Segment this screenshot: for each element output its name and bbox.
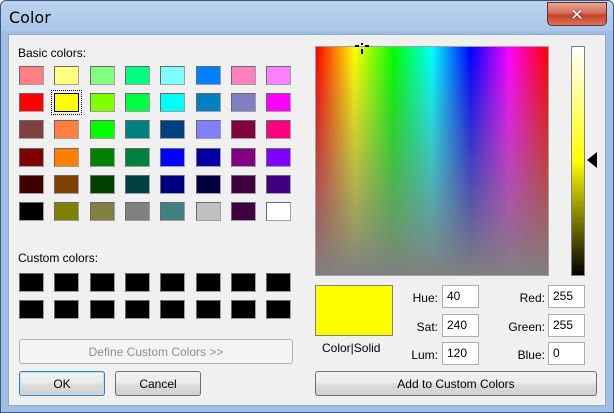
custom-color-swatch[interactable] [124, 300, 150, 319]
blue-input[interactable]: 0 [548, 342, 585, 365]
green-label: Green: [508, 320, 545, 334]
hue-label: Hue: [412, 291, 438, 305]
luminance-arrow-icon[interactable] [587, 152, 597, 168]
basic-color-swatch[interactable] [195, 174, 221, 194]
basic-color-swatch[interactable] [195, 66, 221, 85]
basic-color-swatch[interactable] [266, 120, 292, 140]
custom-color-swatch[interactable] [19, 273, 44, 292]
red-input[interactable]: 255 [548, 285, 585, 308]
basic-color-swatch[interactable] [195, 120, 221, 140]
basic-color-swatch[interactable] [230, 93, 256, 113]
window-title: Color [9, 8, 51, 27]
custom-color-swatch[interactable] [89, 273, 115, 292]
sat-input[interactable]: 240 [442, 314, 479, 337]
basic-color-swatch[interactable] [124, 147, 150, 167]
custom-color-swatch[interactable] [160, 300, 186, 319]
basic-color-swatch[interactable] [19, 147, 44, 167]
basic-color-swatch[interactable] [19, 174, 44, 194]
basic-color-swatch[interactable] [266, 174, 292, 194]
sat-label: Sat: [416, 320, 438, 334]
basic-color-swatch[interactable] [89, 174, 115, 194]
basic-color-swatch[interactable] [19, 120, 44, 140]
basic-color-swatch[interactable] [195, 202, 221, 221]
red-label: Red: [519, 291, 545, 305]
basic-color-swatch[interactable] [19, 66, 44, 85]
color-preview [315, 285, 393, 336]
basic-color-swatch[interactable] [195, 147, 221, 167]
basic-color-swatch[interactable] [54, 120, 80, 140]
luminance-slider[interactable] [571, 46, 585, 276]
basic-color-swatch[interactable] [230, 174, 256, 194]
custom-color-swatch[interactable] [89, 300, 115, 319]
color-spectrum[interactable] [315, 46, 549, 276]
title-bar[interactable]: Color ✕ [1, 1, 613, 34]
basic-color-swatch[interactable] [124, 66, 150, 85]
basic-color-swatch[interactable] [89, 147, 115, 167]
basic-color-swatch[interactable] [160, 66, 186, 85]
close-button[interactable]: ✕ [547, 2, 607, 26]
custom-color-swatch[interactable] [195, 273, 221, 292]
basic-color-swatch[interactable] [160, 202, 186, 221]
add-to-custom-colors-button[interactable]: Add to Custom Colors [315, 371, 597, 396]
basic-color-swatch[interactable] [266, 66, 292, 85]
basic-color-swatch[interactable] [230, 147, 256, 167]
color-solid-label: Color|Solid [322, 341, 381, 355]
basic-color-swatch[interactable] [124, 120, 150, 140]
basic-color-swatch[interactable] [19, 93, 44, 113]
basic-color-swatch[interactable] [19, 202, 44, 221]
basic-color-swatch[interactable] [89, 93, 115, 113]
basic-color-swatch[interactable] [54, 147, 80, 167]
custom-color-swatch[interactable] [195, 300, 221, 319]
custom-color-swatch[interactable] [54, 300, 80, 319]
custom-color-swatch[interactable] [19, 300, 44, 319]
basic-color-swatch[interactable] [54, 66, 80, 85]
custom-color-swatch[interactable] [54, 273, 80, 292]
color-dialog: Color ✕ Basic colors: Custom colors: Def… [0, 0, 614, 413]
basic-colors-label: Basic colors: [18, 46, 87, 60]
dialog-body: Basic colors: Custom colors: Define Cust… [8, 34, 606, 406]
blue-label: Blue: [517, 348, 545, 362]
basic-color-swatch[interactable] [266, 202, 292, 221]
crosshair-icon [355, 43, 369, 54]
basic-color-swatch[interactable] [230, 66, 256, 85]
basic-color-swatch[interactable] [266, 147, 292, 167]
basic-color-swatch[interactable] [266, 93, 292, 113]
hue-input[interactable]: 40 [442, 285, 479, 308]
basic-color-swatch[interactable] [124, 93, 150, 113]
ok-button[interactable]: OK [19, 371, 105, 396]
basic-color-swatch[interactable] [124, 202, 150, 221]
custom-colors-label: Custom colors: [18, 251, 99, 265]
basic-color-swatch[interactable] [160, 174, 186, 194]
basic-color-swatch[interactable] [160, 120, 186, 140]
basic-color-swatch[interactable] [54, 202, 80, 221]
custom-color-swatch[interactable] [266, 273, 292, 292]
basic-color-swatch[interactable] [230, 120, 256, 140]
basic-color-swatch[interactable] [230, 202, 256, 221]
cancel-button[interactable]: Cancel [115, 371, 201, 396]
lum-label: Lum: [411, 348, 438, 362]
custom-color-swatch[interactable] [160, 273, 186, 292]
basic-color-swatch[interactable] [54, 174, 80, 194]
basic-color-swatch[interactable] [89, 120, 115, 140]
basic-color-swatch[interactable] [51, 90, 83, 116]
basic-color-swatch[interactable] [124, 174, 150, 194]
define-custom-colors-button[interactable]: Define Custom Colors >> [19, 339, 293, 364]
custom-color-swatch[interactable] [230, 300, 256, 319]
basic-color-swatch[interactable] [89, 66, 115, 85]
lum-input[interactable]: 120 [442, 342, 479, 365]
custom-color-swatch[interactable] [124, 273, 150, 292]
custom-color-swatch[interactable] [230, 273, 256, 292]
basic-color-swatch[interactable] [160, 93, 186, 113]
custom-color-swatch[interactable] [266, 300, 292, 319]
green-input[interactable]: 255 [548, 314, 585, 337]
close-icon: ✕ [570, 4, 584, 24]
basic-color-swatch[interactable] [195, 93, 221, 113]
basic-color-swatch[interactable] [89, 202, 115, 221]
basic-color-swatch[interactable] [160, 147, 186, 167]
